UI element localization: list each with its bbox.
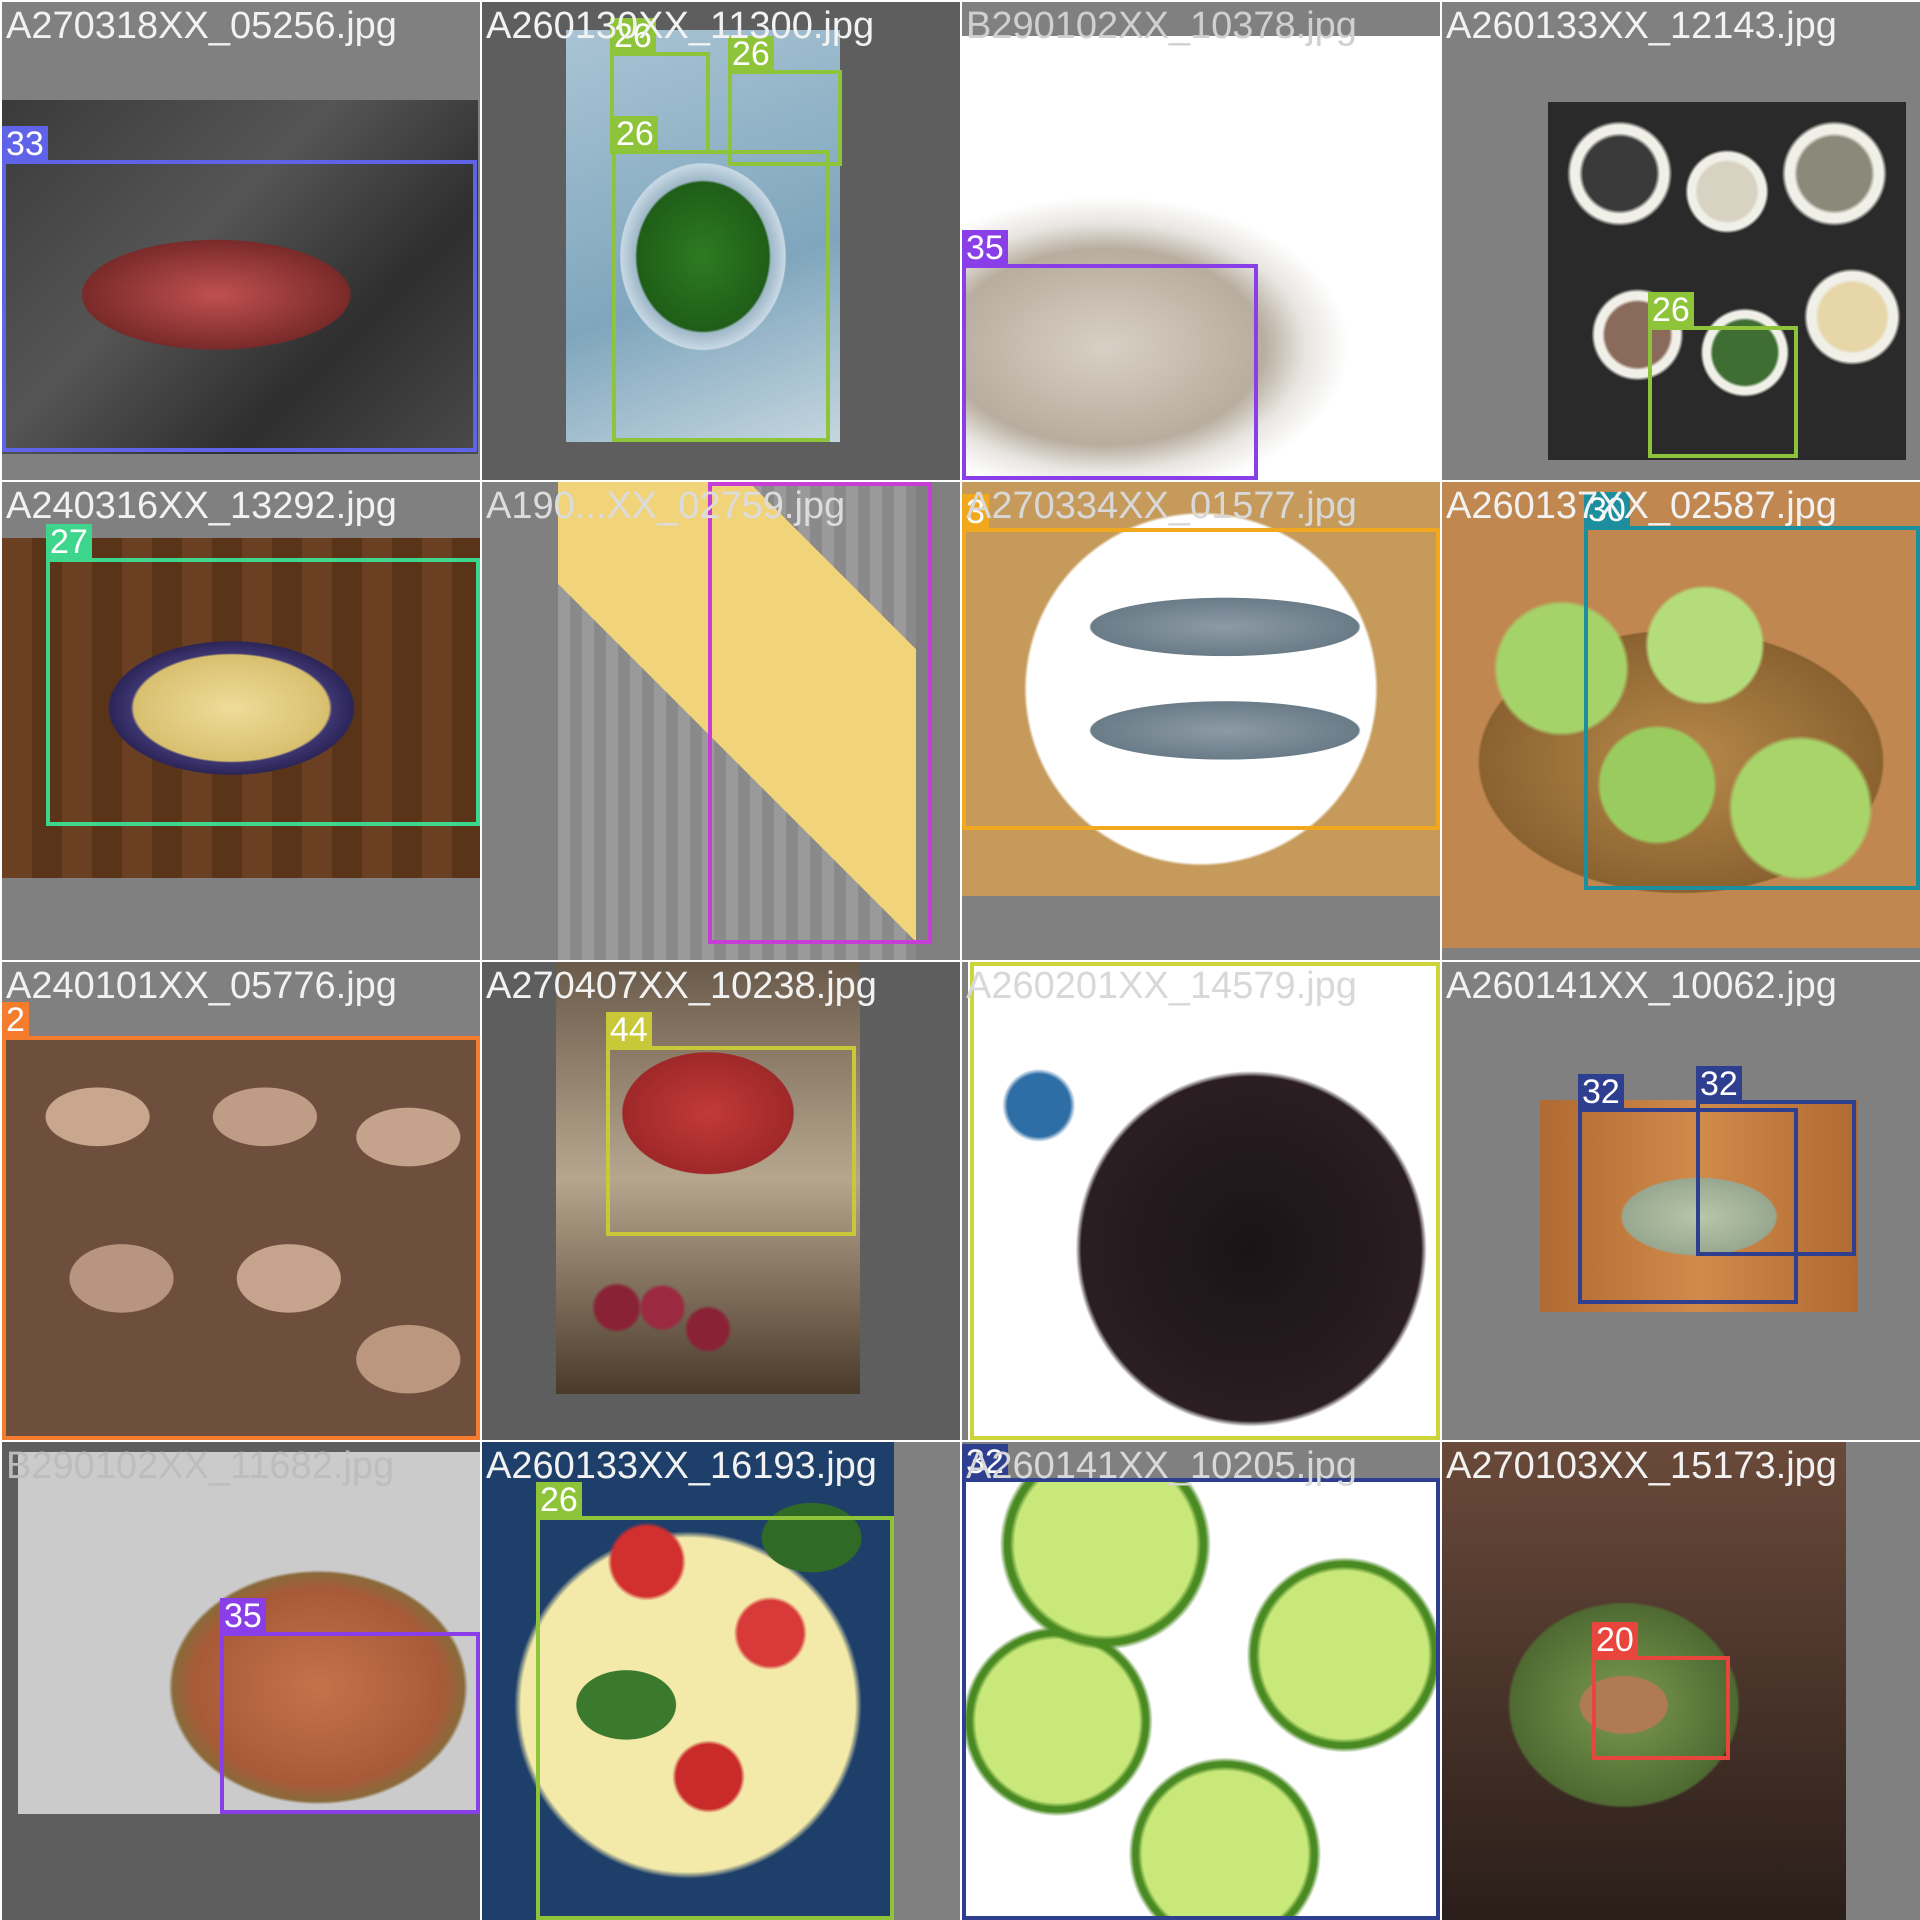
tile-filename: A270318XX_05256.jpg <box>6 5 397 47</box>
bbox-32: 32 <box>962 1444 1440 1920</box>
tile-filename: B290102XX_11682.jpg <box>6 1445 395 1487</box>
tile-9[interactable]: 2 A240101XX_05776.jpg <box>2 962 480 1440</box>
bbox-label: 27 <box>46 524 92 560</box>
tile-7[interactable]: 3 A270334XX_01577.jpg <box>962 482 1440 960</box>
tile-6[interactable]: 37 A190...XX_02759.jpg <box>482 482 960 960</box>
bbox-label: 35 <box>962 230 1008 266</box>
bbox-label: 26 <box>612 116 658 152</box>
bbox-33: 33 <box>2 126 477 452</box>
tile-filename: A260133XX_16193.jpg <box>486 1445 877 1487</box>
tile-5[interactable]: 27 A240316XX_13292.jpg <box>2 482 480 960</box>
bbox-label: 35 <box>220 1598 266 1634</box>
bbox-37: 37 <box>708 482 932 944</box>
bbox-35: 35 <box>962 230 1258 480</box>
tile-12[interactable]: 32 32 A260141XX_10062.jpg <box>1442 962 1920 1440</box>
tile-4[interactable]: 26 A260133XX_12143.jpg <box>1442 2 1920 480</box>
bbox-44: 44 <box>606 1012 856 1236</box>
tile-filename: A260133XX_12143.jpg <box>1446 5 1837 47</box>
bbox-2: 2 <box>2 1002 480 1440</box>
tile-13[interactable]: 35 B290102XX_11682.jpg <box>2 1442 480 1920</box>
tile-16[interactable]: 20 A270103XX_15173.jpg <box>1442 1442 1920 1920</box>
tile-11[interactable]: 4 A260201XX_14579.jpg <box>962 962 1440 1440</box>
bbox-label: 26 <box>1648 292 1694 328</box>
bbox-20: 20 <box>1592 1622 1730 1760</box>
bbox-27: 27 <box>46 524 480 826</box>
tile-filename: A270334XX_01577.jpg <box>966 485 1357 527</box>
tile-3[interactable]: 35 B290102XX_10378.jpg <box>962 2 1440 480</box>
tile-15[interactable]: 32 A260141XX_10205.jpg <box>962 1442 1440 1920</box>
tile-10[interactable]: 44 A270407XX_10238.jpg <box>482 962 960 1440</box>
bbox-3: 3 <box>962 494 1440 830</box>
tile-filename: A260130XX_11300.jpg <box>486 5 875 47</box>
tile-filename: A260141XX_10062.jpg <box>1446 965 1837 1007</box>
bbox-label: 32 <box>1696 1066 1742 1102</box>
bbox-26: 26 <box>536 1482 894 1920</box>
tile-filename: A260141XX_10205.jpg <box>966 1445 1357 1487</box>
tile-filename: B290102XX_10378.jpg <box>966 5 1357 47</box>
tile-filename: A270103XX_15173.jpg <box>1446 1445 1837 1487</box>
tile-2[interactable]: 26 26 26 A260130XX_11300.jpg <box>482 2 960 480</box>
bbox-label: 33 <box>2 126 48 162</box>
mosaic-grid: 33 A270318XX_05256.jpg 26 26 26 A260130X… <box>0 0 1920 1920</box>
bbox-4: 4 <box>970 962 1440 1440</box>
tile-filename: A190...XX_02759.jpg <box>486 485 846 527</box>
tile-filename: A270407XX_10238.jpg <box>486 965 877 1007</box>
bbox-label: 44 <box>606 1012 652 1048</box>
tile-filename: A260137XX_02587.jpg <box>1446 485 1837 527</box>
tile-8[interactable]: 30 A260137XX_02587.jpg <box>1442 482 1920 960</box>
tile-filename: A240101XX_05776.jpg <box>6 965 397 1007</box>
bbox-label: 32 <box>1578 1074 1624 1110</box>
bbox-26: 26 <box>612 116 830 442</box>
tile-1[interactable]: 33 A270318XX_05256.jpg <box>2 2 480 480</box>
bbox-32: 32 <box>1696 1066 1856 1256</box>
bbox-35: 35 <box>220 1598 480 1814</box>
tile-filename: A260201XX_14579.jpg <box>966 965 1357 1007</box>
bbox-30: 30 <box>1584 492 1920 890</box>
bbox-label: 20 <box>1592 1622 1638 1658</box>
tile-14[interactable]: 26 A260133XX_16193.jpg <box>482 1442 960 1920</box>
bbox-26: 26 <box>1648 292 1798 458</box>
tile-filename: A240316XX_13292.jpg <box>6 485 397 527</box>
